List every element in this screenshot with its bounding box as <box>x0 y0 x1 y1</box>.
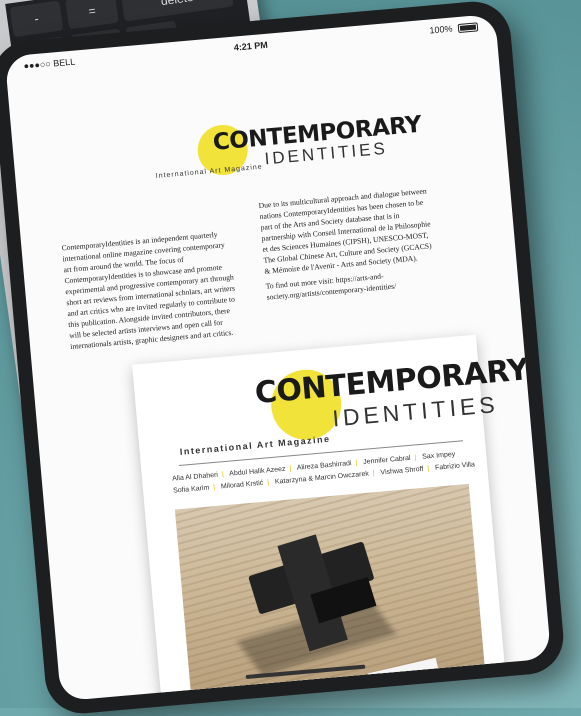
masthead-logo: CONTEMPORARY IDENTITIES International Ar… <box>155 108 422 188</box>
intro-column-right: Due to its multicultural approach and di… <box>258 185 437 306</box>
artist-name: Vishwa Shroff <box>380 465 424 477</box>
artist-name: Alia Al Dhaheri <box>171 471 219 483</box>
key-minus[interactable]: - <box>9 0 64 38</box>
intro-paragraph: ContemporaryIdentities is an independent… <box>61 229 236 352</box>
key-equals[interactable]: = <box>65 0 119 30</box>
artist-name: Fabrizio Villa <box>434 461 476 472</box>
artist-name: Jennifer Cabral <box>362 454 411 466</box>
artist-name: Sax Impey <box>421 450 456 461</box>
clock: 4:21 PM <box>233 39 269 53</box>
carrier-label: ●●●○○ BELL <box>23 56 76 72</box>
battery-label: 100% <box>429 23 453 36</box>
partnership-paragraph: Due to its multicultural approach and di… <box>258 186 432 276</box>
tablet: ●●●○○ BELL 4:21 PM 100% CONTEMPORARY IDE… <box>0 0 567 716</box>
artist-name: Milorad Krstić <box>220 479 264 491</box>
intro-text: ContemporaryIdentities is an independent… <box>59 182 469 351</box>
intro-column-left: ContemporaryIdentities is an independent… <box>61 228 240 356</box>
magazine-cover[interactable]: CONTEMPORARY IDENTITIES International Ar… <box>132 334 530 702</box>
artist-name: Sofia Karim <box>172 484 210 495</box>
battery-indicator: 100% <box>429 21 479 36</box>
tablet-screen: ●●●○○ BELL 4:21 PM 100% CONTEMPORARY IDE… <box>4 13 552 702</box>
battery-icon <box>457 22 479 34</box>
key-delete[interactable]: delete <box>120 0 234 22</box>
